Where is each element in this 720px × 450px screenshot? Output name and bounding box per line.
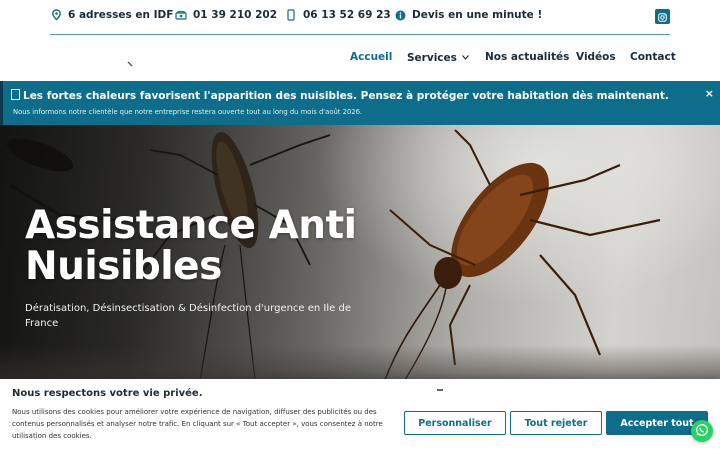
address-text: 6 adresses en IDF [68,9,174,21]
mobile-text: 06 13 52 69 23 [303,9,391,21]
cookie-banner: Nous respectons votre vie privée. Nous u… [0,379,720,450]
chevron-down-icon [461,51,469,63]
mobile-icon [285,9,297,21]
mobile-link[interactable]: 06 13 52 69 23 [285,8,391,22]
nav-item-contact[interactable]: Contact [630,51,676,63]
alert-title-text: Les fortes chaleurs favorisent l'apparit… [23,90,669,102]
header-divider [50,34,670,35]
info-icon [394,9,406,21]
hero-title: Assistance Anti Nuisibles [25,203,357,289]
hero-subtitle: Dératisation, Désinsectisation & Désinfe… [25,303,351,329]
site-logo[interactable] [127,52,133,67]
reject-all-button[interactable]: Tout rejeter [510,411,602,435]
address-link[interactable]: 6 adresses en IDF [50,8,173,22]
quote-link[interactable]: Devis en une minute ! [394,8,542,22]
phone-text: 01 39 210 202 [193,9,278,21]
nav-item-services-label: Services [407,52,457,64]
whatsapp-icon [695,422,709,441]
whatsapp-button[interactable] [691,420,713,442]
alert-subtitle: Nous informons notre clientèle que notre… [13,108,363,116]
top-info-bar: 6 adresses en IDF 01 39 210 202 06 13 52… [0,0,720,34]
alert-title: Les fortes chaleurs favorisent l'apparit… [11,89,669,102]
hero-floor-shadow [0,345,720,380]
alert-icon [11,89,20,100]
customize-button[interactable]: Personnaliser [404,411,506,435]
nav-item-actualites[interactable]: Nos actualités [485,51,569,63]
location-icon [50,9,62,21]
cookie-text: Nous utilisons des cookies pour améliore… [12,408,383,440]
cookie-banner-handle [437,389,443,391]
hero-section: Assistance Anti Nuisibles Dératisation, … [0,125,720,380]
close-icon[interactable]: × [705,87,714,100]
phone-icon [175,9,187,21]
nav-item-services[interactable]: Services [407,51,469,64]
nav-item-accueil[interactable]: Accueil [350,51,392,63]
cookie-title: Nous respectons votre vie privée. [12,388,203,399]
phone-link[interactable]: 01 39 210 202 [175,8,277,22]
nav-item-videos[interactable]: Vidéos [576,51,616,63]
alert-banner: Les fortes chaleurs favorisent l'apparit… [0,81,720,125]
instagram-icon [658,7,667,26]
quote-text: Devis en une minute ! [412,9,543,21]
instagram-button[interactable] [655,9,670,24]
